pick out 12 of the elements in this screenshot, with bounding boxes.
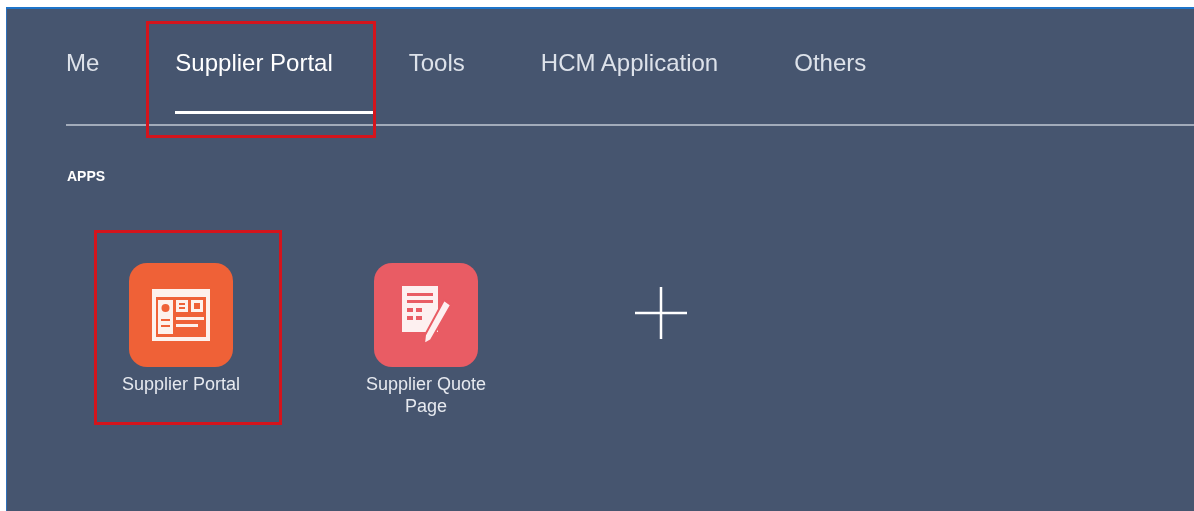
nav-tab[interactable]: Others [794, 48, 907, 114]
section-title: APPS [67, 168, 107, 185]
nav-tab[interactable]: Supplier Portal [175, 48, 373, 114]
app-label: Supplier Quote Page [364, 373, 488, 417]
dashboard-icon [150, 287, 212, 343]
app-label: Supplier Portal [121, 373, 241, 395]
app-tile[interactable]: Supplier Quote Page [346, 263, 506, 417]
add-icon[interactable] [634, 286, 688, 340]
nav-tab[interactable]: Tools [408, 48, 505, 114]
nav-tab[interactable]: HCM Application [540, 48, 759, 114]
nav-tab[interactable]: Me [66, 48, 140, 114]
app-tile[interactable]: Supplier Portal [101, 263, 261, 395]
